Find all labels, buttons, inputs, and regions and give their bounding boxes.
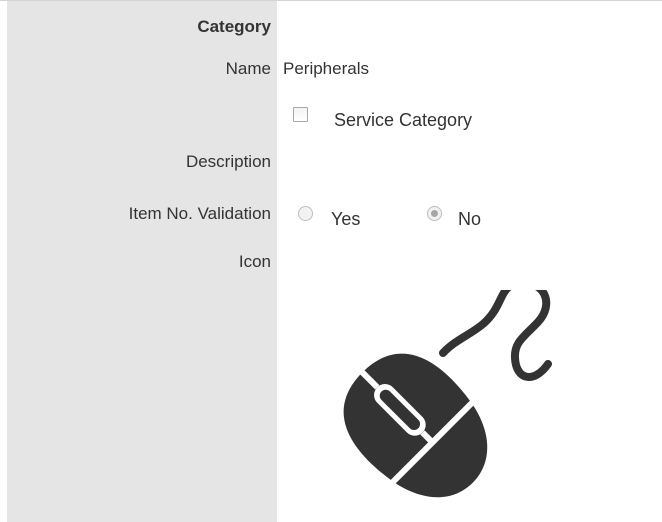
service-category-label: Service Category: [334, 110, 473, 130]
section-header: Category: [197, 17, 271, 36]
icon-label: Icon: [238, 252, 271, 271]
item-no-validation-no-label: No: [458, 209, 482, 229]
description-label: Description: [185, 152, 271, 171]
computer-mouse-icon: [305, 278, 605, 522]
name-label: Name: [225, 59, 271, 78]
item-no-validation-yes-label: Yes: [331, 209, 361, 229]
category-details-panel: Category Name Peripherals Service Catego…: [0, 0, 662, 522]
radio-selected-dot: [431, 210, 438, 217]
label-column: [7, 1, 277, 522]
item-no-validation-label: Item No. Validation: [128, 204, 271, 223]
service-category-checkbox[interactable]: [293, 107, 308, 122]
item-no-validation-no-radio[interactable]: [427, 206, 442, 221]
name-value: Peripherals: [283, 59, 369, 78]
item-no-validation-yes-radio[interactable]: [298, 206, 313, 221]
